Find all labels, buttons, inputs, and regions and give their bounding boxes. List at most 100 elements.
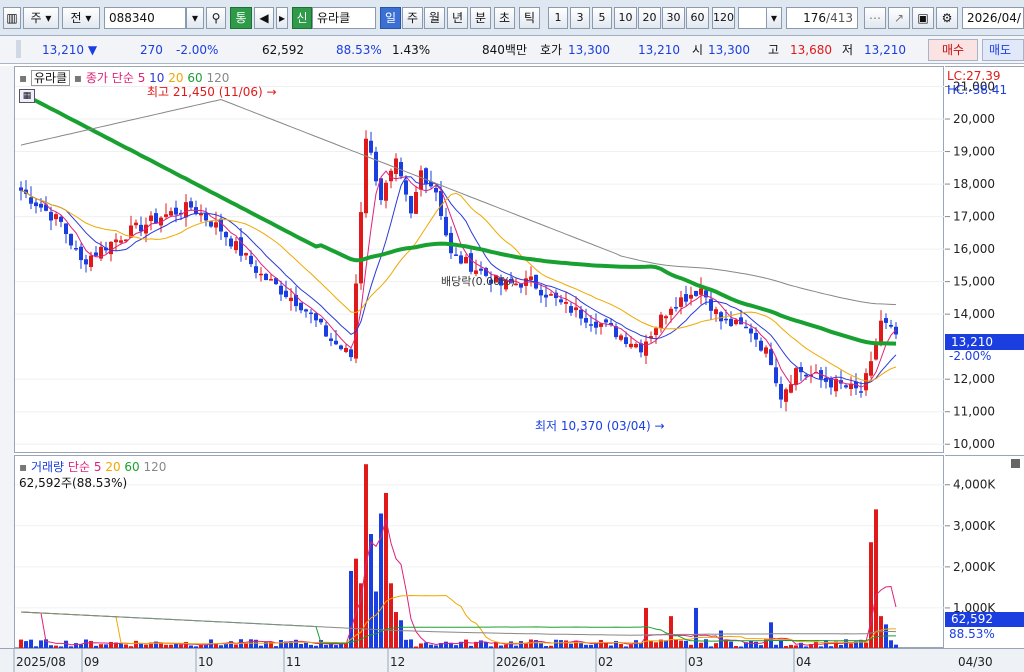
candle-body	[529, 276, 533, 280]
price-chart-pane[interactable]: ▪ 유라클 ▪ 종가 단순 5 10 20 60 120 ▦ 최고 21,450…	[14, 66, 945, 454]
candle-body	[574, 307, 578, 311]
gear-icon[interactable]: ⚙	[936, 7, 958, 29]
volume-bar	[694, 607, 698, 649]
candle-body	[764, 347, 768, 354]
save-icon[interactable]: ▣	[912, 7, 934, 29]
candle-body	[264, 273, 268, 281]
volume-ma5-line	[20, 519, 897, 646]
ask-price: 13,300	[568, 43, 610, 57]
candle-body	[864, 373, 868, 391]
candle-body	[549, 294, 553, 296]
stock-name-field[interactable]: 유라클	[312, 7, 376, 29]
volume-chart-pane[interactable]: ▪ 거래량 단순 5 20 60 120 62,592주(88.53%)	[14, 455, 945, 649]
buy-button[interactable]: 매수	[928, 39, 978, 61]
interval-button-6[interactable]: 60	[686, 7, 709, 29]
sell-button[interactable]: 매도	[982, 39, 1024, 61]
price-tick-label: 15,000	[953, 275, 995, 289]
candle-body	[779, 383, 783, 400]
vol-legend-ma5: 5	[93, 460, 102, 474]
candle-body	[59, 216, 63, 222]
candle-body	[604, 319, 608, 323]
candle-body	[409, 196, 413, 214]
price-tick-label: 12,000	[953, 372, 995, 386]
code-dropdown-icon[interactable]: ▾	[186, 7, 204, 29]
search-icon[interactable]: ⚲	[206, 7, 226, 29]
chart-menu-icon[interactable]: ▥	[3, 7, 21, 29]
candle-body	[279, 285, 283, 295]
candle-body	[539, 289, 543, 296]
candle-body	[794, 368, 798, 385]
candle-body	[699, 288, 703, 295]
candle-body	[299, 302, 303, 311]
volume-axis: 4,000K 3,000K 2,000K 1,000K 62,592 88.53%	[945, 455, 1024, 648]
candle-body	[804, 374, 808, 377]
date-axis[interactable]: 2025/08 09 10 11 12 2026/01 02 03 04 04/30	[0, 648, 1024, 672]
price-legend-stock: 유라클	[30, 70, 71, 86]
current-pct-tag: -2.00%	[949, 349, 992, 363]
volume-bar	[369, 534, 373, 649]
interval-button-4[interactable]: 20	[638, 7, 661, 29]
grid-toggle-icon[interactable]: ▦	[19, 89, 35, 103]
period-tab-5[interactable]: 초	[494, 7, 515, 29]
prev-stock-icon[interactable]: ▸	[276, 7, 288, 29]
date-label: 11	[286, 655, 301, 669]
bar-count-field[interactable]: 176/413	[786, 7, 858, 29]
candle-body	[544, 294, 548, 298]
candle-body	[384, 182, 388, 201]
price-chart[interactable]	[15, 67, 945, 454]
volume-ratio: 88.53%	[336, 43, 382, 57]
candle-body	[729, 318, 733, 327]
stock-code-input[interactable]: 088340	[104, 7, 186, 29]
period-tab-6[interactable]: 틱	[519, 7, 540, 29]
price-tick-label: 18,000	[953, 177, 995, 191]
period-tab-4[interactable]: 분	[470, 7, 491, 29]
trend-icon[interactable]: ↗	[888, 7, 910, 29]
interval-button-7[interactable]: 120	[712, 7, 735, 29]
interval-button-0[interactable]: 1	[548, 7, 568, 29]
candle-body	[34, 202, 38, 207]
period-tab-3[interactable]: 년	[447, 7, 468, 29]
candle-body	[249, 255, 253, 265]
hc-value: HC:-38.41	[947, 83, 1008, 97]
date-input[interactable]: 2026/04/	[962, 7, 1024, 29]
candle-body	[209, 221, 213, 227]
volume-legend-name: 거래량	[30, 460, 65, 474]
candle-body	[884, 318, 888, 323]
price-change-pct: -2.00%	[176, 43, 219, 57]
candle-body	[754, 332, 758, 340]
candle-body	[419, 170, 423, 190]
high-marker: 최고 21,450 (11/06) →	[147, 85, 277, 99]
volume-bar	[669, 616, 673, 649]
interval-button-1[interactable]: 3	[570, 7, 590, 29]
candle-body	[584, 317, 588, 323]
interval-button-2[interactable]: 5	[592, 7, 612, 29]
pane-close-icon[interactable]	[1011, 459, 1020, 468]
candle-body	[774, 367, 778, 384]
candle-body	[19, 187, 23, 191]
candle-body	[109, 241, 113, 255]
volume-ma120-line	[20, 611, 897, 636]
compare-icon[interactable]: ⋯	[864, 7, 886, 29]
market-select[interactable]: 주 ▾	[23, 7, 59, 29]
period-tab-2[interactable]: 월	[424, 7, 445, 29]
period-tab-0[interactable]: 일	[380, 7, 401, 29]
date-label: 03	[688, 655, 703, 669]
vol-legend-ma60: 60	[124, 460, 140, 474]
tong-button[interactable]: 통	[230, 7, 252, 29]
candle-body	[329, 338, 333, 341]
candle-body	[119, 240, 123, 243]
candle-body	[644, 341, 648, 356]
interval-button-3[interactable]: 10	[614, 7, 637, 29]
candle-body	[879, 320, 883, 343]
prefix-select[interactable]: 전 ▾	[62, 7, 100, 29]
price-tick-label: 17,000	[953, 210, 995, 224]
date-label: 10	[198, 655, 213, 669]
period-tab-1[interactable]: 주	[402, 7, 423, 29]
volume-chart[interactable]	[15, 456, 945, 649]
down-arrow-icon: ▼	[87, 43, 98, 57]
sound-icon[interactable]: ◀	[254, 7, 274, 29]
candle-body	[349, 349, 353, 358]
interval-button-5[interactable]: 30	[662, 7, 685, 29]
interval-dropdown-icon[interactable]: ▾	[766, 7, 782, 29]
price-tick-label: 14,000	[953, 307, 995, 321]
